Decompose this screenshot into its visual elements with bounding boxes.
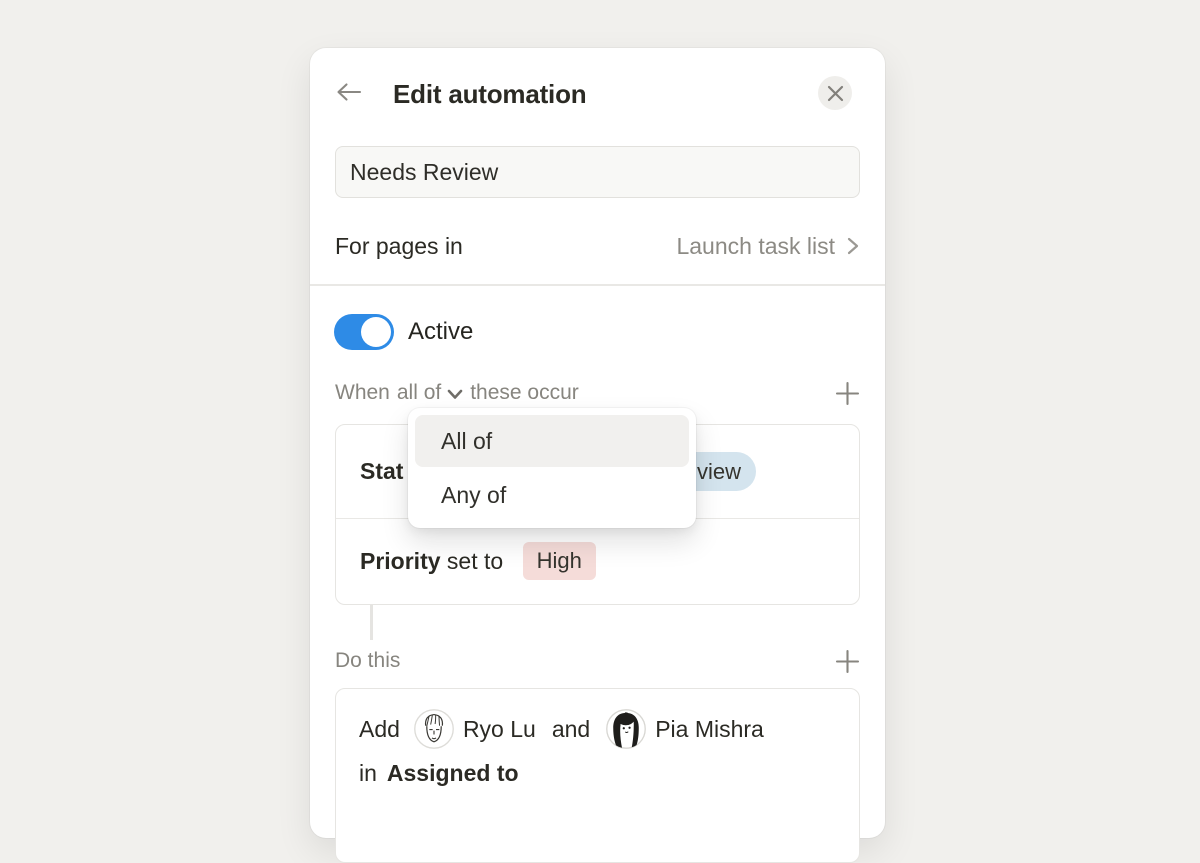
arrow-left-icon bbox=[335, 80, 362, 104]
add-action-button[interactable] bbox=[834, 648, 860, 674]
action-conjunction: and bbox=[552, 716, 590, 743]
page-background: { "colors": { "accent_blue": "#2E8BE6", … bbox=[0, 0, 1200, 800]
scope-row: For pages in Launch task list bbox=[335, 228, 860, 264]
close-button[interactable] bbox=[818, 76, 852, 110]
active-row: Active bbox=[334, 314, 473, 350]
close-icon bbox=[827, 85, 844, 102]
plus-icon bbox=[835, 381, 860, 406]
dropdown-item-all-of[interactable]: All of bbox=[415, 415, 689, 467]
dropdown-item-any-of[interactable]: Any of bbox=[415, 469, 689, 521]
flow-connector-line bbox=[370, 605, 373, 640]
page-title: Edit automation bbox=[393, 78, 586, 110]
automation-name-input[interactable] bbox=[335, 146, 860, 198]
scope-value-text: Launch task list bbox=[676, 233, 835, 260]
add-trigger-button[interactable] bbox=[834, 380, 860, 406]
condition-priority-row[interactable]: Priority set to High bbox=[336, 518, 859, 603]
match-mode-value: all of bbox=[397, 381, 441, 405]
condition-priority-property: Priority bbox=[360, 548, 441, 575]
when-prefix: When bbox=[335, 381, 390, 405]
action-sentence-line1: Add Ryo Lu and bbox=[359, 709, 836, 749]
action-property: Assigned to bbox=[387, 760, 519, 787]
edit-automation-dialog: Edit automation For pages in Launch task… bbox=[310, 48, 885, 838]
pia-mishra-avatar bbox=[606, 709, 646, 749]
action-person1: Ryo Lu bbox=[463, 716, 536, 743]
when-suffix: these occur bbox=[470, 381, 579, 405]
action-sentence-line2: in Assigned to bbox=[359, 760, 836, 787]
chevron-right-icon bbox=[846, 235, 860, 257]
active-toggle[interactable] bbox=[334, 314, 394, 350]
plus-icon bbox=[835, 649, 860, 674]
action-header-row: Do this bbox=[335, 648, 860, 674]
action-card[interactable]: Add Ryo Lu and bbox=[335, 688, 860, 863]
section-divider bbox=[310, 284, 885, 286]
chevron-down-icon bbox=[447, 389, 463, 400]
condition-status-property: Stat bbox=[360, 458, 403, 485]
back-button[interactable] bbox=[332, 76, 364, 108]
scope-selector[interactable]: Launch task list bbox=[676, 233, 860, 260]
action-person2: Pia Mishra bbox=[655, 716, 764, 743]
action-verb: Add bbox=[359, 716, 400, 743]
action-preposition: in bbox=[359, 760, 377, 787]
ryo-lu-avatar bbox=[414, 709, 454, 749]
trigger-header-text: When all of these occur bbox=[335, 381, 579, 405]
active-label: Active bbox=[408, 318, 473, 346]
trigger-header-row: When all of these occur bbox=[335, 380, 860, 406]
match-mode-dropdown: All of Any of bbox=[408, 408, 696, 528]
match-mode-selector[interactable]: all of bbox=[397, 381, 463, 405]
toggle-knob bbox=[361, 317, 391, 347]
condition-priority-operator: set to bbox=[441, 548, 510, 575]
priority-value-pill: High bbox=[523, 542, 596, 580]
action-section-label: Do this bbox=[335, 649, 400, 673]
scope-label: For pages in bbox=[335, 233, 463, 260]
